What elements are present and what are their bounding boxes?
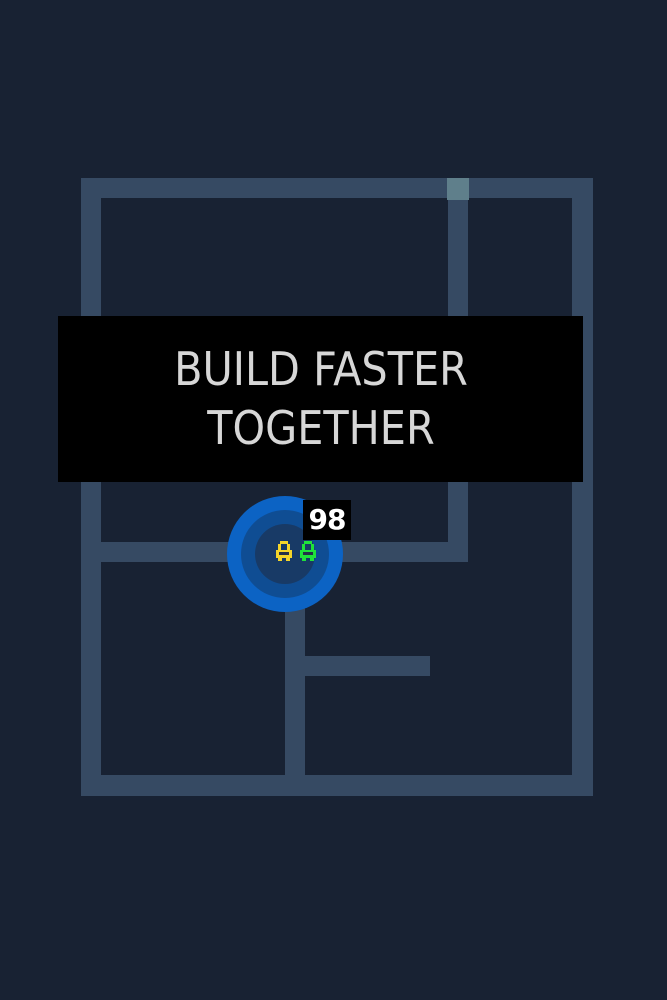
- banner-title: BUILD FASTER TOGETHER: [173, 342, 468, 455]
- exit-tile: [447, 178, 469, 200]
- title-banner: BUILD FASTER TOGETHER: [58, 316, 583, 482]
- maze-wall-top: [81, 178, 593, 198]
- score-counter: 98: [303, 500, 351, 540]
- yellow-player-icon: [276, 541, 292, 561]
- maze-wall-inner-horizontal-lower: [285, 656, 430, 676]
- maze-wall-bottom: [81, 775, 593, 796]
- green-player-icon: [300, 541, 316, 561]
- maze-wall-left: [81, 178, 101, 796]
- maze-wall-right: [572, 178, 593, 796]
